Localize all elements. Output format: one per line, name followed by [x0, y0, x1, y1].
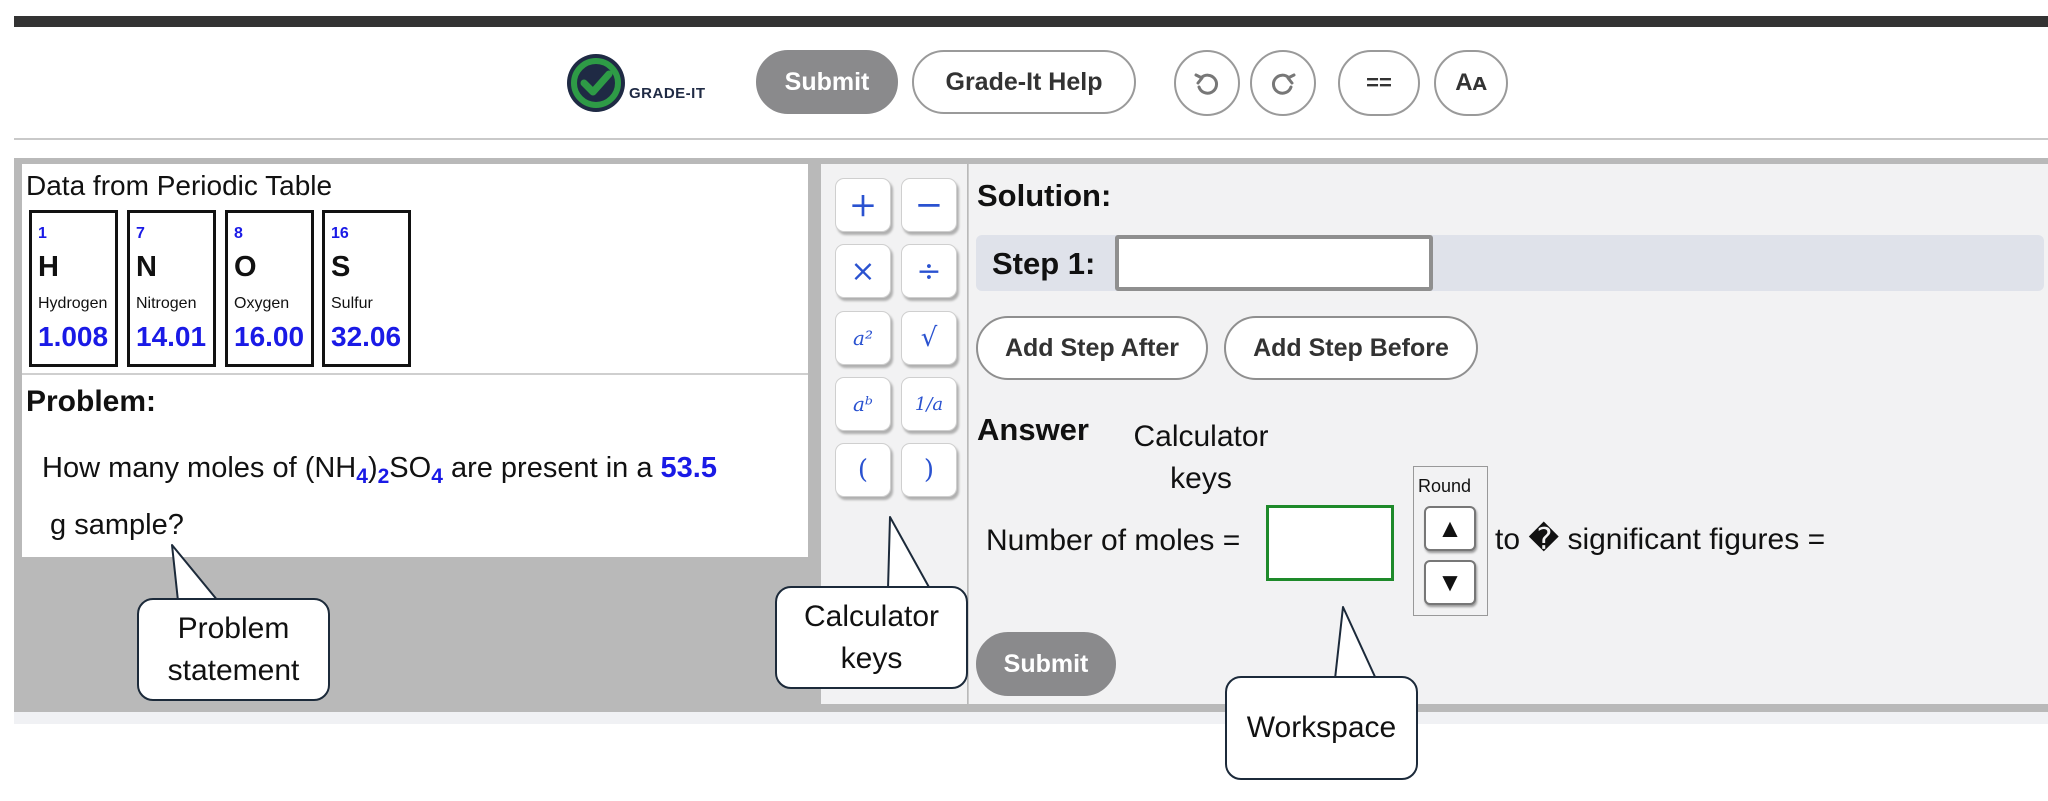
logo-text: GRADE-IT [629, 84, 706, 102]
add-step-after-button[interactable]: Add Step After [976, 316, 1208, 380]
main-bottom-edge [14, 712, 2048, 724]
font-size-button[interactable]: Aᴀ [1434, 50, 1508, 116]
element-name: Nitrogen [136, 295, 197, 312]
callout-workspace: Workspace [1225, 676, 1418, 780]
undo-icon [1194, 73, 1219, 95]
atomic-mass: 1.008 [38, 321, 109, 352]
element-symbol: N [136, 251, 157, 283]
calculator-keys-label: Calculator keys [1133, 420, 1269, 495]
check-circle-logo-icon [567, 54, 625, 112]
element-card-oxygen: 8 O Oxygen 16.00 [225, 210, 314, 367]
triangle-up-icon: ▲ [1437, 513, 1463, 543]
sample-mass-value: 53.5 [660, 452, 717, 484]
answer-title: Answer [977, 412, 1089, 447]
atomic-mass: 32.06 [331, 321, 402, 352]
power-key[interactable]: aᵇ [835, 377, 891, 431]
redo-button[interactable] [1250, 50, 1316, 116]
element-name: Oxygen [234, 295, 290, 312]
callout-problem-statement: Problem statement [137, 598, 330, 701]
divide-key[interactable]: ÷ [901, 244, 957, 298]
element-name: Hydrogen [38, 295, 108, 312]
undo-button[interactable] [1174, 50, 1240, 116]
element-symbol: S [331, 251, 351, 283]
redo-icon [1271, 73, 1296, 95]
step-1-input[interactable] [1115, 235, 1433, 291]
element-symbol: O [234, 251, 257, 283]
atomic-number: 7 [136, 225, 145, 242]
minus-key[interactable]: − [901, 178, 957, 232]
round-up-button[interactable]: ▲ [1424, 506, 1476, 551]
multiply-key[interactable]: × [835, 244, 891, 298]
atomic-mass: 16.00 [234, 321, 305, 352]
atomic-number: 1 [38, 225, 47, 242]
round-label: Round [1418, 476, 1472, 496]
atomic-number: 16 [331, 225, 349, 242]
equals-toggle-button[interactable]: == [1338, 50, 1420, 116]
significant-figures-text: to � significant figures = [1495, 523, 1826, 556]
step-label: Step 1: [992, 246, 1096, 281]
triangle-down-icon: ▼ [1437, 567, 1463, 597]
square-key[interactable]: a² [835, 311, 891, 365]
problem-title: Problem: [26, 385, 157, 418]
periodic-table-title: Data from Periodic Table [26, 170, 333, 201]
reciprocal-key[interactable]: 1/a [901, 377, 957, 431]
plus-key[interactable]: + [835, 178, 891, 232]
element-card-sulfur: 16 S Sulfur 32.06 [322, 210, 411, 367]
element-card-hydrogen: 1 H Hydrogen 1.008 [29, 210, 118, 367]
number-of-moles-label: Number of moles = [986, 524, 1241, 557]
top-bar [14, 16, 2048, 27]
submit-button-top[interactable]: Submit [756, 50, 898, 114]
square-root-key[interactable]: √ [901, 311, 957, 365]
grade-it-logo: GRADE-IT [564, 50, 706, 116]
round-down-button[interactable]: ▼ [1424, 560, 1476, 605]
callout-calculator-keys: Calculator keys [775, 586, 968, 689]
atomic-number: 8 [234, 225, 243, 242]
close-paren-key[interactable]: ) [901, 443, 957, 497]
header-divider [14, 138, 2048, 140]
atomic-mass: 14.01 [136, 321, 207, 352]
number-of-moles-input[interactable] [1266, 505, 1394, 581]
submit-button-bottom[interactable]: Submit [976, 632, 1116, 696]
solution-title: Solution: [977, 178, 1112, 213]
problem-statement: How many moles of (NH4)2SO4 are present … [42, 452, 717, 541]
element-name: Sulfur [331, 295, 373, 312]
grade-it-help-button[interactable]: Grade-It Help [912, 50, 1136, 114]
element-card-nitrogen: 7 N Nitrogen 14.01 [127, 210, 216, 367]
element-symbol: H [38, 251, 59, 283]
open-paren-key[interactable]: ( [835, 443, 891, 497]
add-step-before-button[interactable]: Add Step Before [1224, 316, 1478, 380]
